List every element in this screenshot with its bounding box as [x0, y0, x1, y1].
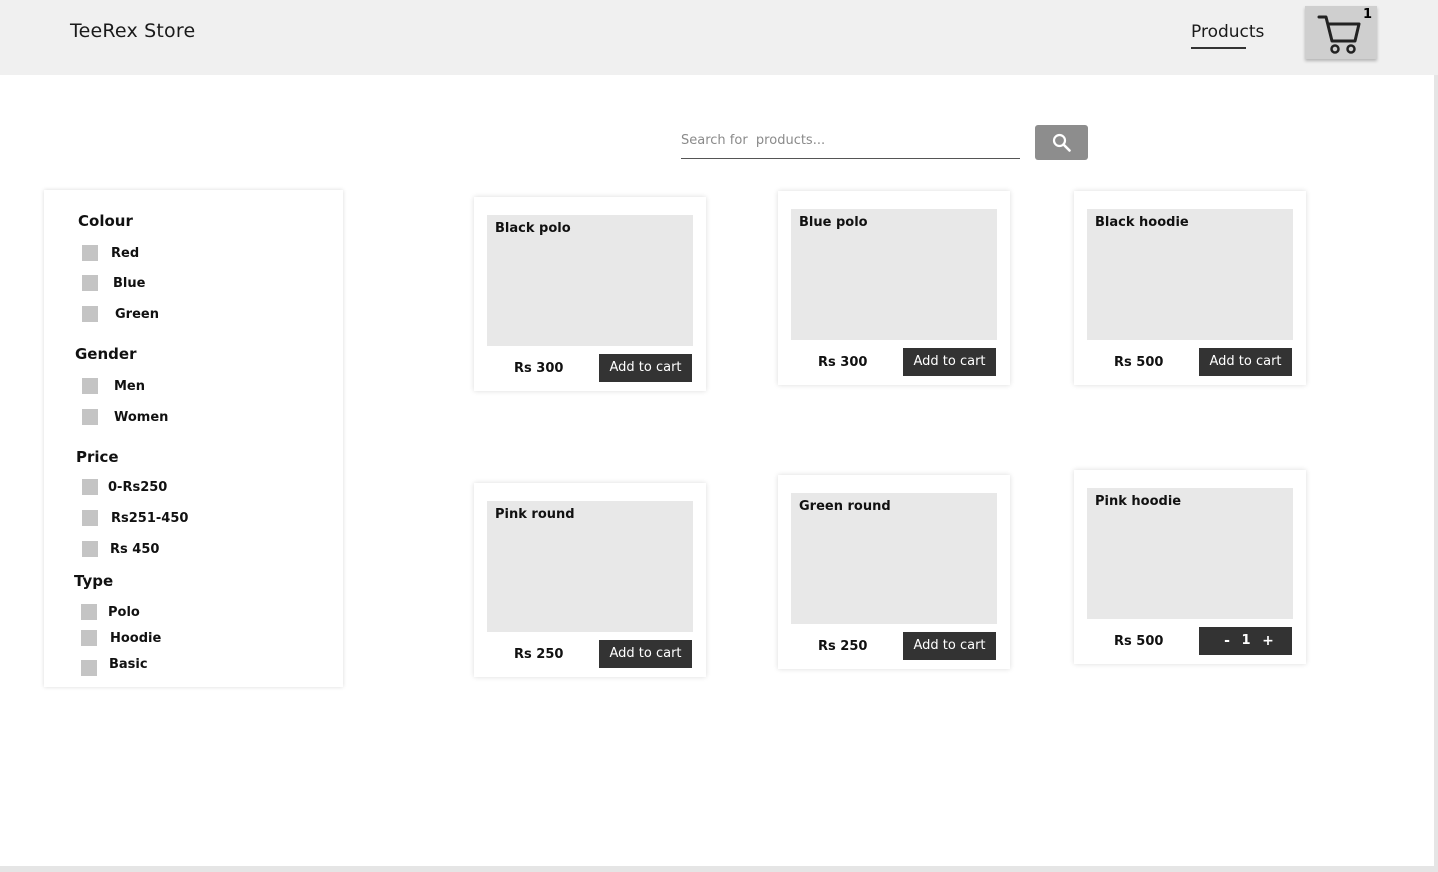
filter-label-price-251-450: Rs251-450 — [111, 511, 189, 526]
filter-heading-colour: Colour — [78, 212, 133, 230]
product-card: Pink hoodie Rs 500 - 1 + — [1074, 470, 1306, 664]
checkbox-basic[interactable] — [81, 660, 97, 676]
filter-label-blue: Blue — [113, 276, 146, 291]
product-name: Pink round — [495, 507, 575, 522]
increase-quantity-button[interactable]: + — [1257, 627, 1279, 655]
product-card: Black polo Rs 300 Add to cart — [474, 197, 706, 391]
product-card: Green round Rs 250 Add to cart — [778, 475, 1010, 669]
checkbox-hoodie[interactable] — [81, 630, 97, 646]
product-name: Blue polo — [799, 215, 868, 230]
product-name: Black polo — [495, 221, 571, 236]
product-price: Rs 250 — [818, 639, 868, 654]
filter-label-price-450: Rs 450 — [110, 542, 160, 557]
product-price: Rs 500 — [1114, 634, 1164, 649]
filter-label-men: Men — [114, 379, 146, 394]
product-image-placeholder: Green round — [791, 493, 997, 624]
filter-heading-type: Type — [74, 572, 114, 590]
checkbox-price-450[interactable] — [82, 541, 98, 557]
add-to-cart-button[interactable]: Add to cart — [599, 640, 692, 668]
decrease-quantity-button[interactable]: - — [1217, 627, 1237, 655]
add-to-cart-button[interactable]: Add to cart — [599, 354, 692, 382]
filter-label-green: Green — [115, 307, 159, 322]
filter-panel: Colour Red Blue Green Gender Men Women P… — [44, 190, 343, 687]
filter-label-red: Red — [111, 246, 140, 261]
checkbox-blue[interactable] — [82, 275, 98, 291]
product-image-placeholder: Pink hoodie — [1087, 488, 1293, 619]
product-image-placeholder: Blue polo — [791, 209, 997, 340]
bottom-edge — [0, 866, 1438, 872]
add-to-cart-button[interactable]: Add to cart — [903, 348, 996, 376]
checkbox-price-0-250[interactable] — [82, 479, 98, 495]
filter-label-hoodie: Hoodie — [110, 631, 162, 646]
checkbox-men[interactable] — [82, 378, 98, 394]
add-to-cart-button[interactable]: Add to cart — [1199, 348, 1292, 376]
filter-label-price-0-250: 0-Rs250 — [108, 480, 168, 495]
filter-label-women: Women — [114, 410, 169, 425]
product-price: Rs 500 — [1114, 355, 1164, 370]
quantity-value: 1 — [1241, 633, 1251, 648]
product-card: Blue polo Rs 300 Add to cart — [778, 191, 1010, 385]
product-price: Rs 300 — [818, 355, 868, 370]
search-icon — [1052, 133, 1071, 152]
checkbox-red[interactable] — [82, 245, 98, 261]
nav-active-underline — [1191, 47, 1246, 49]
nav-products-link[interactable]: Products — [1191, 22, 1264, 42]
filter-heading-price: Price — [76, 448, 119, 466]
filter-label-polo: Polo — [108, 605, 140, 620]
checkbox-price-251-450[interactable] — [82, 510, 98, 526]
checkbox-polo[interactable] — [81, 604, 97, 620]
quantity-stepper: - 1 + — [1199, 627, 1292, 655]
cart-count-badge: 1 — [1362, 7, 1372, 22]
checkbox-green[interactable] — [82, 306, 98, 322]
product-card: Black hoodie Rs 500 Add to cart — [1074, 191, 1306, 385]
scrollbar-track — [1434, 75, 1438, 872]
product-image-placeholder: Pink round — [487, 501, 693, 632]
product-name: Green round — [799, 499, 891, 514]
checkbox-women[interactable] — [82, 409, 98, 425]
filter-heading-gender: Gender — [75, 345, 137, 363]
product-price: Rs 300 — [514, 361, 564, 376]
product-card: Pink round Rs 250 Add to cart — [474, 483, 706, 677]
product-image-placeholder: Black hoodie — [1087, 209, 1293, 340]
store-brand[interactable]: TeeRex Store — [70, 20, 195, 42]
filter-label-basic: Basic — [109, 657, 148, 672]
product-name: Black hoodie — [1095, 215, 1189, 230]
search-button[interactable] — [1035, 125, 1088, 160]
shopping-cart-icon — [1317, 15, 1361, 54]
product-name: Pink hoodie — [1095, 494, 1182, 509]
top-header: TeeRex Store Products 1 — [0, 0, 1438, 75]
cart-button[interactable]: 1 — [1305, 6, 1377, 59]
product-image-placeholder: Black polo — [487, 215, 693, 346]
add-to-cart-button[interactable]: Add to cart — [903, 632, 996, 660]
product-price: Rs 250 — [514, 647, 564, 662]
search-input[interactable] — [681, 122, 1020, 159]
